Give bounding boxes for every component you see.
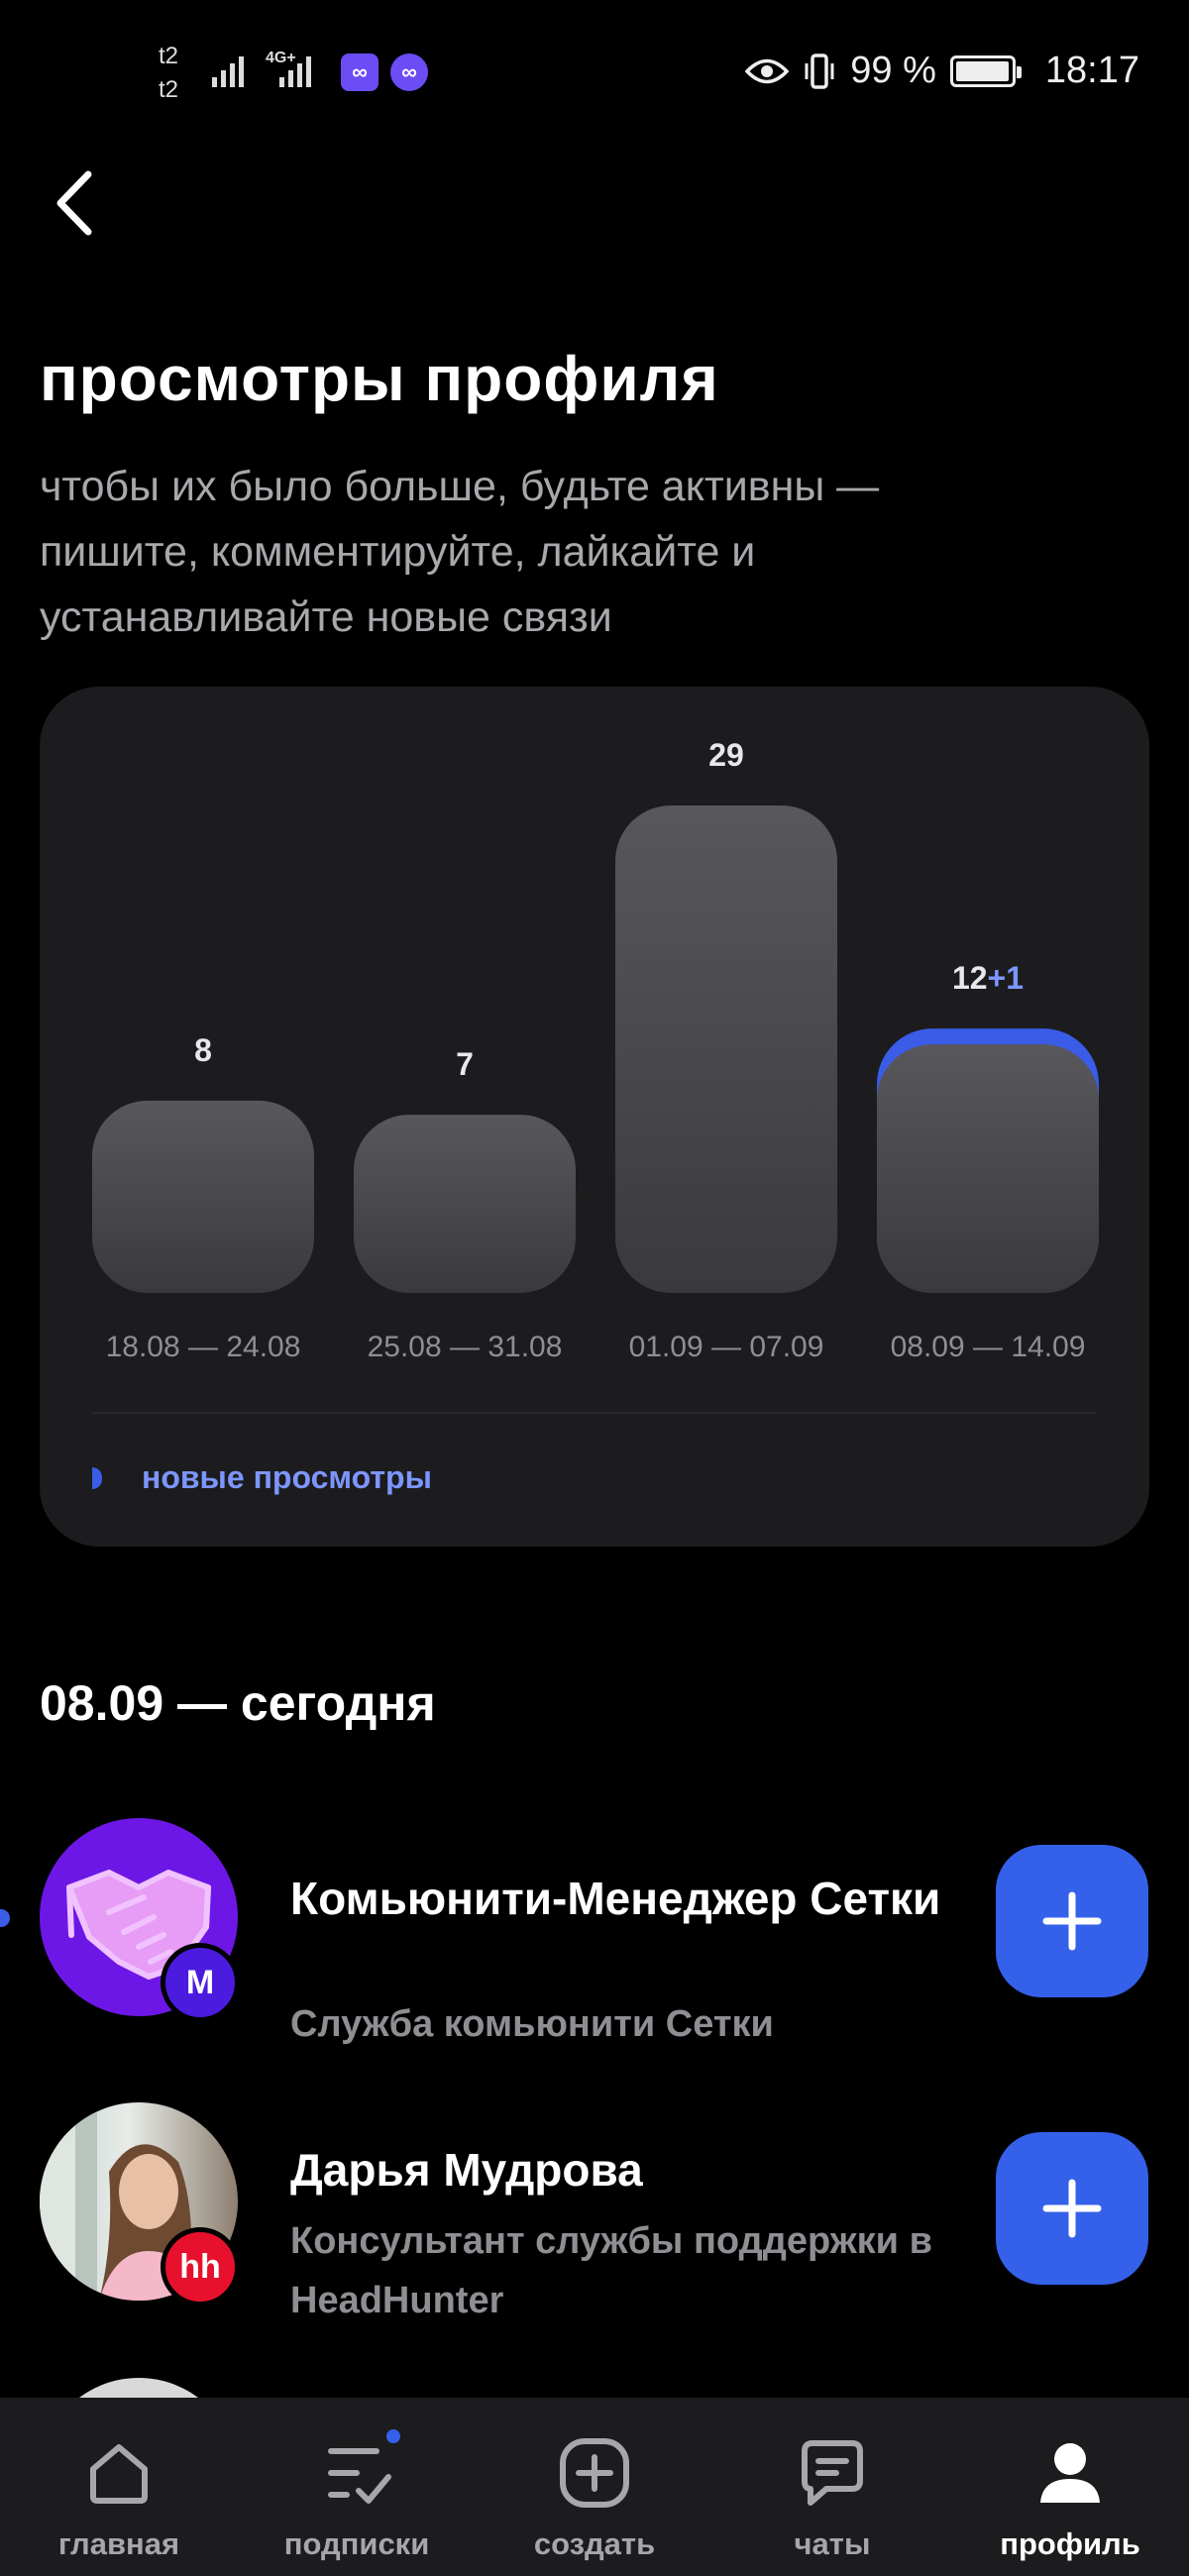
vibrate-icon: [805, 53, 834, 89]
views-bar: [877, 1044, 1099, 1293]
person-name[interactable]: Комьюнити-Менеджер Сетки: [290, 1866, 964, 1931]
company-logo-badge: M: [161, 1943, 240, 2022]
add-contact-button[interactable]: [996, 2132, 1148, 2285]
views-bar: [615, 805, 837, 1293]
nav-label: главная: [57, 2526, 180, 2561]
badge-text: hh: [179, 2247, 221, 2286]
person-role: Консультант службы поддержки в HeadHunte…: [290, 2220, 932, 2321]
plus-icon: [1042, 2179, 1102, 2238]
nav-chats[interactable]: чаты: [713, 2398, 951, 2576]
views-bar: [354, 1115, 576, 1293]
x-tick-label: 25.08 — 31.08: [368, 1331, 563, 1363]
nav-subscriptions[interactable]: подписки: [238, 2398, 476, 2576]
avatar[interactable]: M: [40, 1818, 240, 2022]
unread-indicator: [0, 1909, 10, 1927]
battery-fill: [955, 60, 1010, 81]
bar-chart: 8 18.08 — 24.08 7 25.08 — 31.08 29 01.09 — 07…: [92, 737, 1099, 1363]
badge-text: M: [185, 1963, 215, 2001]
back-button[interactable]: [40, 163, 109, 243]
section-date-title: 08.09 — сегодня: [40, 1675, 436, 1731]
chart-legend: новые просмотры: [92, 1459, 432, 1496]
create-icon: [560, 2438, 629, 2508]
page-title: просмотры профиля: [40, 343, 719, 414]
x-tick-label: 01.09 — 07.09: [629, 1331, 824, 1363]
x-tick-label: 18.08 — 24.08: [106, 1331, 301, 1363]
chevron-left-icon: [56, 170, 92, 236]
status-bar: t2 t2 4G+ ∞ ∞ 99 % 18:17: [0, 0, 1189, 149]
status-right: 99 % 18:17: [745, 50, 1139, 92]
bar-value-label: 29: [708, 737, 744, 773]
nav-label: чаты: [794, 2526, 871, 2561]
x-tick-label: 08.09 — 14.09: [891, 1331, 1086, 1363]
nav-home[interactable]: главная: [0, 2398, 238, 2576]
add-contact-button[interactable]: [996, 1845, 1148, 1997]
signal-icon: [212, 52, 244, 87]
sim-labels: t2 t2: [159, 40, 188, 107]
chat-icon: [802, 2440, 863, 2506]
signal-icon-2: [279, 52, 311, 87]
nav-label: подписки: [283, 2526, 430, 2561]
new-views-label: +1: [988, 960, 1024, 996]
home-icon: [90, 2444, 148, 2504]
nav-label: профиль: [1000, 2526, 1140, 2561]
person-name[interactable]: Дарья Мудрова: [290, 2137, 964, 2202]
list-item[interactable]: hh Дарья Мудрова Консультант службы подд…: [0, 2102, 1189, 2321]
company-logo-badge: hh: [161, 2227, 240, 2307]
eye-icon: [745, 58, 790, 83]
sim1-label: t2: [159, 43, 179, 69]
person-role: Служба комьюнити Сетки: [290, 2003, 774, 2045]
app-notification-icon: ∞: [341, 54, 378, 91]
profile-views-chart: 8 18.08 — 24.08 7 25.08 — 31.08 29 01.09 — 07…: [40, 687, 1149, 1547]
views-bar: [92, 1100, 314, 1293]
plus-icon: [1042, 1891, 1102, 1951]
legend-swatch: [92, 1466, 102, 1489]
legend-label: новые просмотры: [142, 1459, 432, 1495]
nav-create[interactable]: создать: [476, 2398, 713, 2576]
nav-label: создать: [533, 2526, 656, 2561]
next-avatar-partial: [40, 2378, 238, 2398]
bottom-navigation: главная подписки создать чаты профиль: [0, 2398, 1189, 2576]
bar-value-label: 8: [194, 1032, 212, 1068]
list-item[interactable]: M Комьюнити-Менеджер Сетки Служба комьюн…: [0, 1818, 1189, 2045]
bar-value-label: 7: [456, 1046, 474, 1082]
chart-divider: [92, 1412, 1097, 1414]
nav-profile[interactable]: профиль: [951, 2398, 1189, 2576]
sim2-label: t2: [159, 76, 179, 103]
bar-value-label: 12+1: [952, 960, 1024, 996]
page-subtitle: чтобы их было больше, будьте активны — п…: [40, 463, 880, 641]
clock: 18:17: [1044, 50, 1139, 91]
battery-icon: [949, 54, 1022, 87]
app-notification-icon-2: ∞: [390, 54, 428, 91]
avatar[interactable]: hh: [40, 2102, 240, 2307]
battery-percent: 99 %: [850, 50, 936, 91]
subscriptions-icon: [328, 2448, 391, 2504]
profile-icon: [1040, 2443, 1100, 2503]
notification-dot: [382, 2425, 404, 2447]
